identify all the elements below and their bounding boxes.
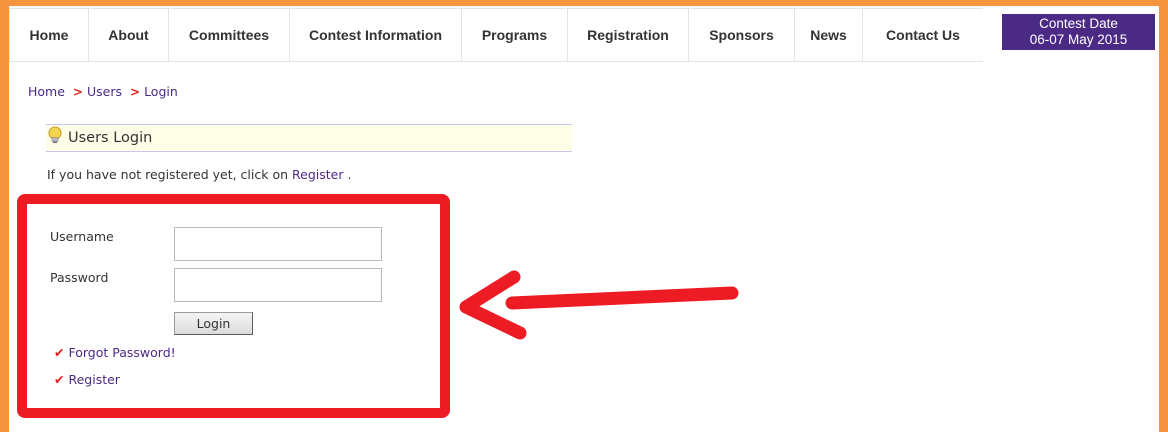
nav-programs[interactable]: Programs xyxy=(461,8,567,62)
register-hint-link[interactable]: Register xyxy=(292,167,343,182)
nav-committees[interactable]: Committees xyxy=(168,8,289,62)
check-icon: ✔ xyxy=(54,372,65,387)
nav-contest-information[interactable]: Contest Information xyxy=(289,8,461,62)
annotation-arrow-icon xyxy=(459,270,739,340)
nav-news-label: News xyxy=(810,27,847,43)
forgot-password-link[interactable]: ✔ Forgot Password! xyxy=(54,345,176,360)
breadcrumb-login: Login xyxy=(144,84,178,99)
nav-contact-us-label: Contact Us xyxy=(886,27,960,43)
nav-sponsors-label: Sponsors xyxy=(709,27,774,43)
nav-sponsors[interactable]: Sponsors xyxy=(688,8,794,62)
check-icon: ✔ xyxy=(54,345,65,360)
register-hint: If you have not registered yet, click on… xyxy=(47,167,351,182)
contest-date-title: Contest Date xyxy=(1039,16,1118,31)
login-panel-header: Users Login xyxy=(46,124,572,152)
forgot-password-label: Forgot Password! xyxy=(68,345,176,360)
password-input[interactable] xyxy=(174,268,382,302)
password-label: Password xyxy=(50,270,109,285)
nav-home-label: Home xyxy=(29,27,69,43)
nav-home[interactable]: Home xyxy=(9,8,88,62)
breadcrumb-users[interactable]: Users xyxy=(87,84,122,99)
register-label: Register xyxy=(68,372,120,387)
register-hint-suffix: . xyxy=(343,167,352,182)
top-navigation: Home About Committees Contest Informatio… xyxy=(9,8,1155,62)
nav-about[interactable]: About xyxy=(88,8,168,62)
breadcrumb-separator: > xyxy=(130,84,141,99)
breadcrumb-home[interactable]: Home xyxy=(28,84,65,99)
contest-date-value: 06-07 May 2015 xyxy=(1029,32,1128,47)
register-link[interactable]: ✔ Register xyxy=(54,372,120,387)
nav-news[interactable]: News xyxy=(794,8,862,62)
breadcrumb: Home > Users > Login xyxy=(28,84,178,99)
lightbulb-icon xyxy=(47,126,63,144)
nav-registration-label: Registration xyxy=(587,27,669,43)
username-input[interactable] xyxy=(174,227,382,261)
nav-contact-us[interactable]: Contact Us xyxy=(862,8,983,62)
breadcrumb-separator: > xyxy=(72,84,83,99)
nav-about-label: About xyxy=(108,27,149,43)
login-panel-title: Users Login xyxy=(68,130,153,146)
register-hint-text: If you have not registered yet, click on xyxy=(47,167,293,182)
nav-programs-label: Programs xyxy=(481,27,548,43)
username-label: Username xyxy=(50,229,114,244)
nav-committees-label: Committees xyxy=(188,27,270,43)
nav-contest-information-label: Contest Information xyxy=(309,27,442,43)
nav-registration[interactable]: Registration xyxy=(567,8,688,62)
login-button[interactable]: Login xyxy=(174,312,253,335)
contest-date-badge: Contest Date 06-07 May 2015 xyxy=(1002,14,1155,50)
